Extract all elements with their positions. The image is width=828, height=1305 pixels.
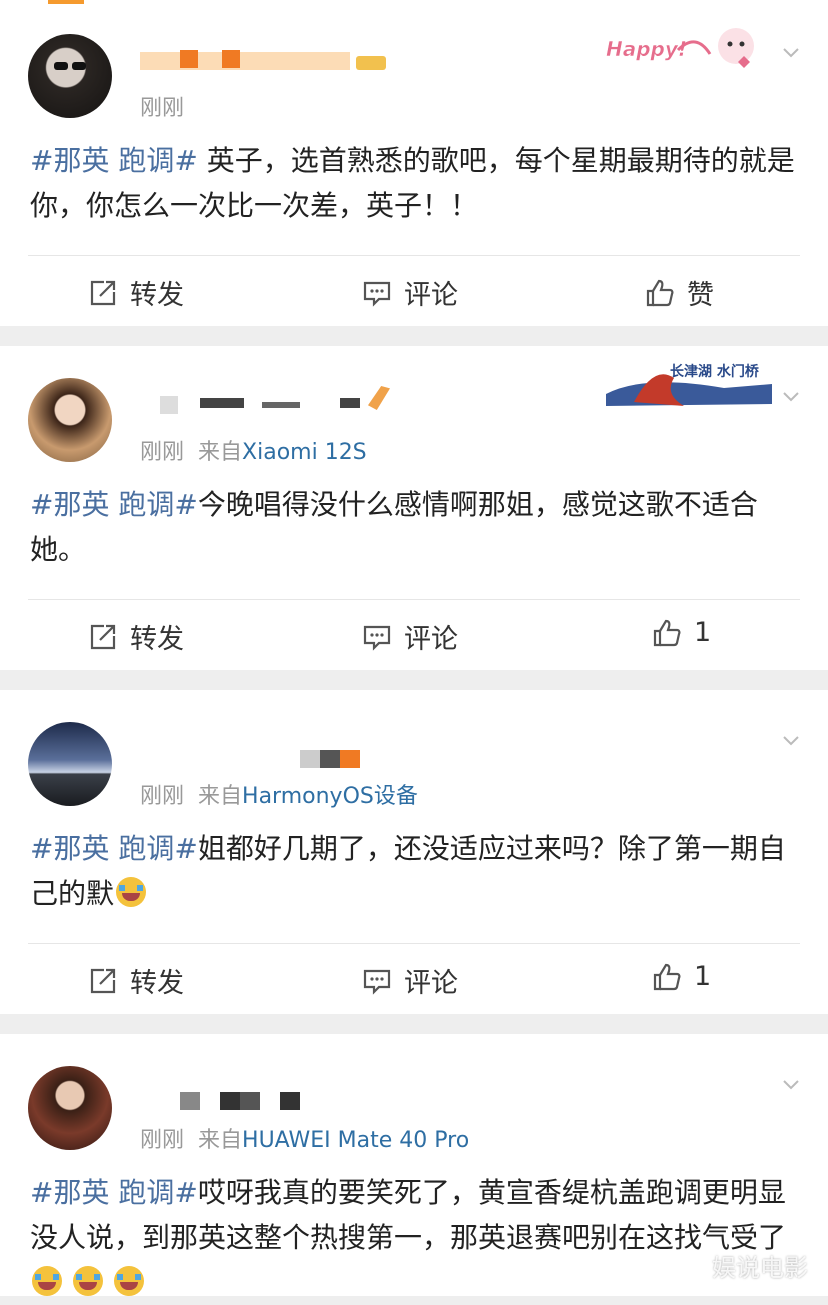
avatar-photo (54, 62, 86, 70)
topic-tag[interactable]: #那英 跑调# (30, 488, 198, 521)
chevron-down-icon[interactable] (782, 44, 800, 62)
device-link[interactable]: HarmonyOS设备 (242, 784, 418, 809)
thumbs-up-icon (653, 619, 681, 646)
thumbs-up-icon (646, 279, 674, 306)
topic-tag[interactable]: #那英 跑调# (30, 832, 198, 865)
like-button[interactable]: 赞 (645, 273, 714, 312)
post-time: 刚刚 (140, 440, 185, 465)
comment-button[interactable]: 评论 (362, 273, 458, 312)
post-meta: 刚刚 来自Xiaomi 12S (140, 434, 367, 466)
post-source: 来自 (198, 784, 243, 809)
post-card-4[interactable]: 刚刚 来自HUAWEI Mate 40 Pro #那英 跑调#哎呀我真的要笑死了，… (0, 1034, 828, 1296)
post-content: #那英 跑调# 英子，选首熟悉的歌吧，每个星期最期待的就是你，你怎么一次比一次差… (30, 138, 800, 228)
repost-icon (90, 968, 116, 993)
svg-text:Happy!: Happy! (606, 37, 687, 61)
post-content: #那英 跑调#姐都好几期了，还没适应过来吗？除了第一期自己的默 (30, 826, 800, 916)
orange-chip (48, 0, 84, 4)
repost-button[interactable]: 转发 (88, 961, 184, 1000)
post-card-3[interactable]: 刚刚 来自HarmonyOS设备 #那英 跑调#姐都好几期了，还没适应过来吗？除了… (0, 690, 828, 1014)
post-source: 来自 (198, 1128, 243, 1153)
repost-label: 转发 (130, 968, 184, 999)
divider (28, 943, 800, 944)
post-card-2[interactable]: 长津湖 水门桥 刚刚 来自Xiaomi 12S #那英 跑调#今晚唱得没什么感情啊… (0, 346, 828, 670)
repost-icon (90, 624, 116, 649)
comment-button[interactable]: 评论 (362, 961, 458, 1000)
repost-icon (90, 280, 116, 305)
post-meta: 刚刚 (140, 90, 184, 122)
comment-label: 评论 (404, 968, 458, 999)
like-button[interactable]: 1 (652, 961, 711, 992)
watermark: 娱说电影 (712, 1254, 808, 1282)
avatar[interactable] (28, 1066, 112, 1150)
post-time: 刚刚 (140, 784, 185, 809)
device-link[interactable]: Xiaomi 12S (242, 440, 367, 465)
like-button[interactable]: 1 (652, 617, 711, 648)
divider (28, 255, 800, 256)
avatar[interactable] (28, 378, 112, 462)
movie-badge: 长津湖 水门桥 (604, 354, 774, 412)
chevron-down-icon[interactable] (782, 732, 800, 750)
post-meta: 刚刚 来自HarmonyOS设备 (140, 778, 418, 810)
chevron-down-icon[interactable] (782, 388, 800, 406)
device-link[interactable]: HUAWEI Mate 40 Pro (242, 1128, 469, 1153)
comment-icon (363, 969, 391, 995)
avatar[interactable] (28, 34, 112, 118)
post-time: 刚刚 (140, 1128, 185, 1153)
laugh-cry-emoji-icon (72, 1266, 103, 1296)
comment-label: 评论 (404, 624, 458, 655)
post-content: #那英 跑调#今晚唱得没什么感情啊那姐，感觉这歌不适合她。 (30, 482, 800, 572)
thumbs-up-icon (653, 963, 681, 990)
topic-tag[interactable]: #那英 跑调# (30, 144, 198, 177)
topic-tag[interactable]: #那英 跑调# (30, 1176, 198, 1209)
comment-button[interactable]: 评论 (362, 617, 458, 656)
post-time: 刚刚 (140, 96, 185, 121)
top-strip (0, 0, 828, 10)
repost-button[interactable]: 转发 (88, 617, 184, 656)
divider (28, 599, 800, 600)
repost-label: 转发 (130, 624, 184, 655)
happy-badge: Happy! (600, 18, 778, 74)
like-count: 1 (694, 961, 712, 992)
comment-icon (363, 625, 391, 651)
post-card-1[interactable]: Happy! 刚刚 #那英 跑调# 英子，选首熟悉的歌吧，每个星期最期待的就是你… (0, 10, 828, 326)
like-count: 1 (694, 617, 712, 648)
chevron-down-icon[interactable] (782, 1076, 800, 1094)
repost-label: 转发 (130, 280, 184, 311)
repost-button[interactable]: 转发 (88, 273, 184, 312)
like-label: 赞 (687, 280, 714, 311)
laugh-cry-emoji-icon (116, 877, 147, 907)
post-content: #那英 跑调#哎呀我真的要笑死了，黄宣香缇杭盖跑调更明显没人说，到那英这整个热搜… (30, 1170, 800, 1305)
post-meta: 刚刚 来自HUAWEI Mate 40 Pro (140, 1122, 469, 1154)
laugh-cry-emoji-icon (113, 1266, 144, 1296)
avatar[interactable] (28, 722, 112, 806)
laugh-cry-emoji-icon (32, 1266, 62, 1296)
comment-icon (363, 281, 391, 307)
comment-label: 评论 (404, 280, 458, 311)
svg-text:长津湖 水门桥: 长津湖 水门桥 (670, 363, 760, 380)
post-source: 来自 (198, 440, 243, 465)
